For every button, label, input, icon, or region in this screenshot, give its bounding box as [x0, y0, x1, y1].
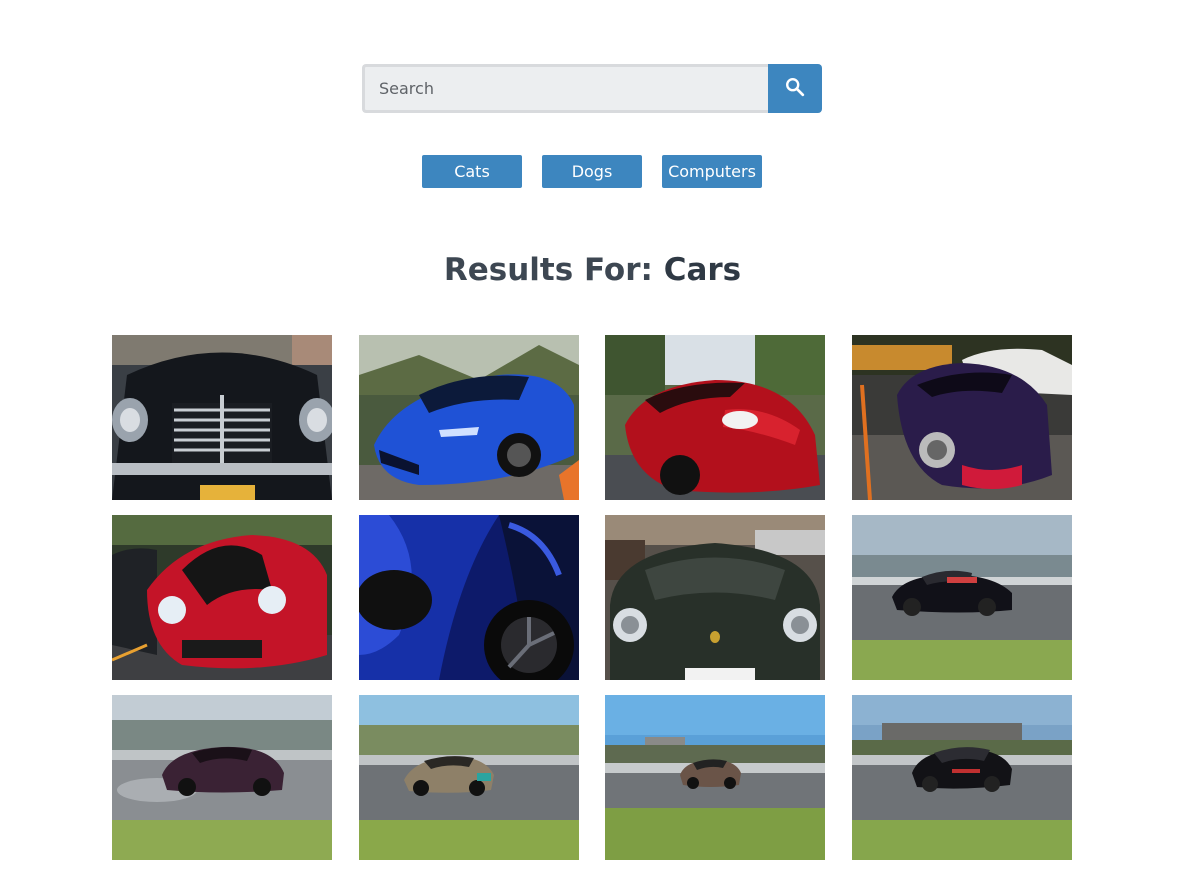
category-dogs-button[interactable]: Dogs: [542, 155, 642, 188]
category-computers-button[interactable]: Computers: [662, 155, 762, 188]
result-image-black-drift-car-track-2[interactable]: [852, 695, 1073, 860]
results-heading: Results For: Cars: [0, 252, 1185, 288]
result-image-purple-drift-car-track[interactable]: [112, 695, 332, 860]
result-image-red-porsche-gt2rs[interactable]: [112, 515, 332, 680]
search-input[interactable]: [362, 64, 768, 113]
result-image-purple-mazda-miata[interactable]: [852, 335, 1073, 500]
result-image-red-acura-nsx[interactable]: [605, 335, 826, 500]
result-image-bronze-nissan-z-track[interactable]: [605, 695, 826, 860]
results-grid: [112, 335, 1073, 860]
result-image-black-drift-car-track[interactable]: [852, 515, 1073, 680]
category-buttons: Cats Dogs Computers: [422, 155, 762, 188]
result-image-blue-supercar-closeup[interactable]: [358, 515, 579, 680]
search-icon: [784, 76, 806, 101]
result-image-blue-mclaren-supercar[interactable]: [358, 335, 579, 500]
result-image-tan-drift-car-track[interactable]: [358, 695, 579, 860]
search-bar: [362, 64, 822, 113]
category-cats-button[interactable]: Cats: [422, 155, 522, 188]
result-image-green-porsche-911[interactable]: [605, 515, 826, 680]
page: Cats Dogs Computers Results For: Cars: [0, 0, 1200, 876]
results-prefix: Results For:: [443, 252, 664, 288]
result-image-vintage-black-car-grille[interactable]: [112, 335, 332, 500]
results-term: Cars: [663, 252, 742, 288]
search-button[interactable]: [768, 64, 822, 113]
